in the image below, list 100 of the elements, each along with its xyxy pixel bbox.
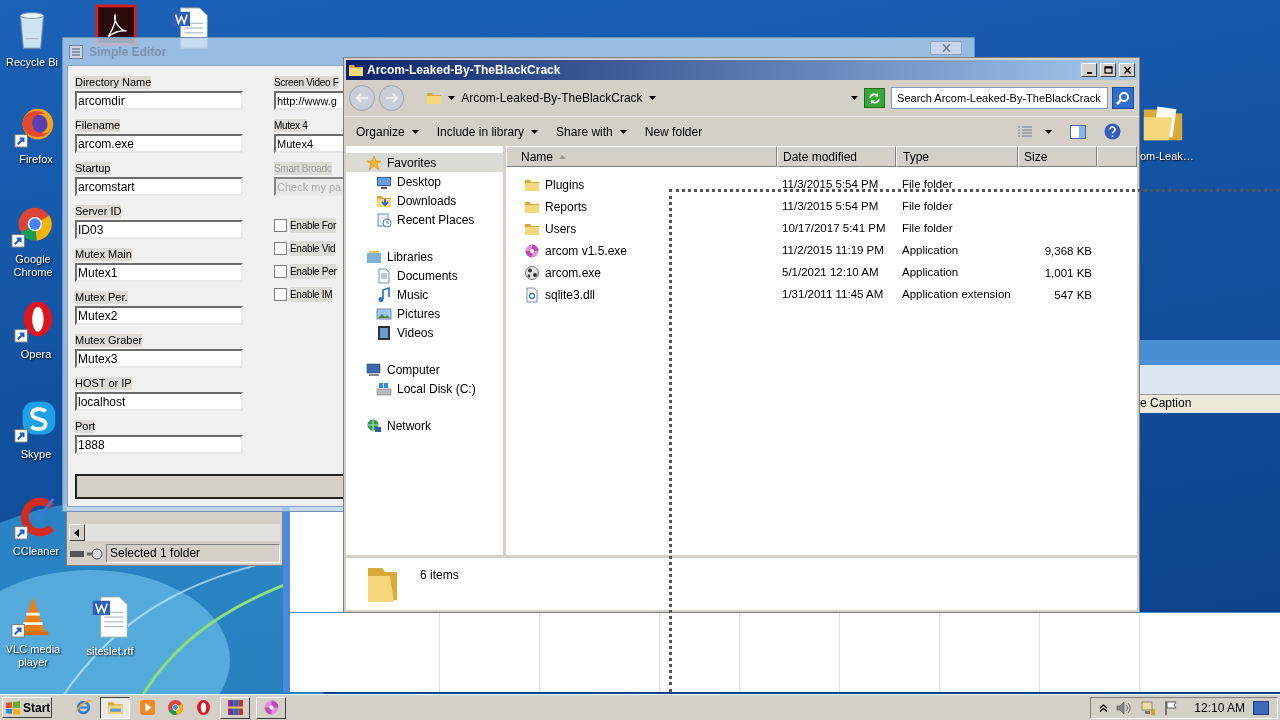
checkbox[interactable]: [274, 265, 287, 278]
nav-item[interactable]: Favorites: [346, 153, 503, 172]
text-field[interactable]: http://www.g: [274, 91, 344, 110]
refresh-icon: [868, 91, 882, 105]
library-icon: [366, 248, 382, 265]
show-hidden-icons-button[interactable]: [1099, 703, 1109, 712]
start-button[interactable]: Start: [2, 697, 52, 718]
nav-item[interactable]: Documents: [346, 266, 503, 285]
type-cell-text: Application extension: [901, 287, 1012, 303]
field-label: Directory Name: [75, 76, 152, 89]
folder-icon: [524, 221, 540, 237]
details-view-icon: [1017, 125, 1033, 138]
show-desktop-button[interactable]: [1253, 700, 1269, 715]
file-row[interactable]: Users 10/17/2017 5:41 PM File folder: [506, 218, 1137, 240]
checkbox[interactable]: [274, 288, 287, 301]
date-cell-text: 11/3/2015 5:54 PM: [781, 199, 880, 215]
computer-icon: [366, 361, 382, 378]
folder-icon: [524, 199, 540, 215]
caret-icon: [619, 129, 627, 134]
file-row[interactable]: arcom v1.5.exe 11/2/2015 11:19 PM Application 9,368 KB: [506, 240, 1137, 262]
checkbox[interactable]: [274, 219, 287, 232]
icon-label[interactable]: Skype: [7, 448, 65, 461]
item-count: 6 items: [420, 567, 459, 584]
checkbox[interactable]: [274, 242, 287, 255]
minimize-button[interactable]: [1081, 63, 1097, 77]
field-label: Server ID: [75, 205, 122, 218]
nav-item[interactable]: Pictures: [346, 304, 503, 323]
taskbar-button[interactable]: [100, 696, 130, 719]
text-field[interactable]: Mutex4: [274, 134, 344, 153]
caret-icon: [851, 96, 859, 100]
caret-icon: [648, 96, 656, 100]
icon-label[interactable]: CCleaner: [7, 545, 65, 558]
file-name: Reports: [545, 199, 588, 216]
search-button[interactable]: [1112, 87, 1134, 109]
view-button[interactable]: [1017, 125, 1052, 138]
text-field[interactable]: arcomstart: [75, 177, 243, 196]
speaker-icon: [1116, 700, 1133, 715]
nav-item[interactable]: Libraries: [346, 247, 503, 266]
text-field[interactable]: arcom.exe: [75, 134, 243, 153]
icon-label[interactable]: Google Chrome: [4, 253, 62, 279]
scroll-left-button[interactable]: [69, 524, 85, 541]
nav-item[interactable]: Computer: [346, 360, 503, 379]
text-field[interactable]: ID03: [75, 220, 243, 239]
horizontal-scrollbar[interactable]: [69, 524, 280, 541]
file-row[interactable]: Plugins 11/3/2015 5:54 PM File folder: [506, 174, 1137, 196]
column-header[interactable]: Name: [506, 146, 777, 167]
icon-label[interactable]: om-Leak…: [1140, 150, 1198, 163]
type-cell-text: File folder: [901, 199, 954, 215]
chevron-up-icon: [1099, 703, 1109, 712]
text-field[interactable]: Mutex2: [75, 306, 243, 325]
nav-item[interactable]: Network: [346, 416, 503, 435]
type-cell-text: File folder: [901, 177, 954, 193]
refresh-button[interactable]: [864, 88, 886, 108]
text-field[interactable]: localhost: [75, 392, 243, 411]
nav-item[interactable]: Videos: [346, 323, 503, 342]
close-icon: [1122, 66, 1132, 74]
size-cell: 547 KB: [1054, 288, 1092, 301]
maximize-button[interactable]: [1100, 63, 1116, 77]
file-row[interactable]: arcom.exe 5/1/2021 12:10 AM Application 1,001 KB: [506, 262, 1137, 284]
type-cell-text: File folder: [901, 221, 954, 237]
file-row[interactable]: Reports 11/3/2015 5:54 PM File folder: [506, 196, 1137, 218]
music-note-icon: [376, 286, 392, 303]
nav-item[interactable]: Desktop: [346, 172, 503, 191]
file-name: arcom.exe: [545, 265, 602, 282]
document-icon: [376, 267, 392, 284]
checkbox-label: Enable IM: [290, 287, 333, 302]
help-icon: [1104, 123, 1121, 140]
nav-item[interactable]: Downloads: [346, 191, 503, 210]
breadcrumb-item[interactable]: Arcom-Leaked-By-TheBlackCrack: [461, 89, 643, 107]
pinwheel-icon: [524, 243, 540, 259]
caret-icon: [411, 129, 419, 134]
icon-label[interactable]: Opera: [7, 348, 65, 361]
toolbar-button[interactable]: New folder: [644, 122, 703, 141]
search-field[interactable]: Search Arcom-Leaked-By-TheBlackCrack: [891, 87, 1109, 109]
text-field[interactable]: 1888: [75, 435, 243, 454]
nav-item[interactable]: Music: [346, 285, 503, 304]
field-label: HOST or IP: [75, 377, 132, 390]
preview-pane-icon: [1070, 124, 1086, 139]
column-header[interactable]: Date modified: [777, 146, 896, 167]
close-icon: [941, 43, 951, 52]
icon-label[interactable]: Firefox: [7, 153, 65, 166]
icon-label[interactable]: Recycle Bi: [3, 56, 61, 69]
maximize-icon: [1103, 66, 1113, 74]
text-field[interactable]: arcomdir: [75, 91, 243, 110]
column-header[interactable]: Size: [1018, 146, 1097, 167]
text-field[interactable]: Mutex1: [75, 263, 243, 282]
preview-pane-button[interactable]: [1070, 124, 1086, 139]
nav-item[interactable]: Local Disk (C:): [346, 379, 503, 398]
window-title: Simple Editor: [89, 43, 167, 61]
nav-item[interactable]: Recent Places: [346, 210, 503, 229]
column-header[interactable]: Type: [896, 146, 1018, 167]
toolbar-button[interactable]: Organize: [356, 122, 419, 141]
toolbar-button[interactable]: Include in library: [436, 122, 539, 141]
toolbar-button[interactable]: Share with: [556, 122, 627, 141]
blank-button[interactable]: [75, 474, 344, 499]
size-cell: 1,001 KB: [1044, 266, 1092, 279]
date-cell-text: 1/31/2011 11:45 AM: [781, 287, 885, 303]
file-row[interactable]: sqlite3.dll 1/31/2011 11:45 AM Application extension 547 KB: [506, 284, 1137, 306]
help-button[interactable]: [1104, 123, 1121, 140]
text-field[interactable]: Mutex3: [75, 349, 243, 368]
